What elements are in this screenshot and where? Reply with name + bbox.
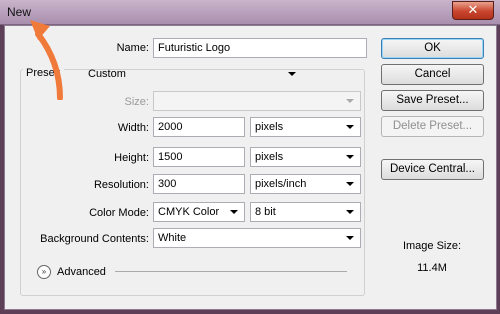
close-button[interactable]: ✕ <box>452 1 494 20</box>
image-size-label: Image Size: <box>402 240 462 252</box>
preset-dropdown[interactable]: Custom <box>83 64 303 84</box>
width-input[interactable]: 2000 <box>153 117 245 137</box>
resolution-input[interactable]: 300 <box>153 174 245 194</box>
name-input[interactable]: Futuristic Logo <box>153 38 367 58</box>
height-input[interactable]: 1500 <box>153 147 245 167</box>
chevron-down-icon <box>346 182 354 186</box>
color-mode-value: CMYK Color <box>158 206 220 218</box>
ok-button[interactable]: OK <box>381 38 484 59</box>
size-dropdown[interactable] <box>153 91 361 111</box>
close-icon: ✕ <box>467 2 479 17</box>
background-contents-dropdown[interactable]: White <box>153 228 361 248</box>
background-contents-value: White <box>158 232 187 244</box>
advanced-label[interactable]: Advanced <box>57 266 106 278</box>
expand-chevrons-icon[interactable]: » <box>37 265 51 279</box>
height-label: Height: <box>114 152 149 164</box>
image-size-value: 11.4M <box>417 262 447 274</box>
width-unit-dropdown[interactable]: pixels <box>250 117 361 137</box>
chevron-down-icon <box>346 125 354 129</box>
chevron-down-icon <box>346 155 354 159</box>
chevron-down-icon <box>288 72 296 76</box>
resolution-unit-dropdown[interactable]: pixels/inch <box>250 174 361 194</box>
name-label: Name: <box>116 42 149 54</box>
bit-depth-dropdown[interactable]: 8 bit <box>250 202 361 222</box>
preset-value: Custom <box>88 68 126 80</box>
delete-preset-button[interactable]: Delete Preset... <box>381 116 484 137</box>
resolution-unit-value: pixels/inch <box>255 178 307 190</box>
color-mode-label: Color Mode: <box>89 207 149 219</box>
chevron-down-icon <box>346 236 354 240</box>
title-bar: New ✕ <box>0 0 500 25</box>
width-label: Width: <box>117 122 149 134</box>
bit-depth-value: 8 bit <box>255 206 276 218</box>
color-mode-dropdown[interactable]: CMYK Color <box>153 202 245 222</box>
window-title: New <box>7 5 32 19</box>
new-document-dialog: Name: Futuristic Logo Preset: Custom Siz… <box>4 25 497 310</box>
width-unit-value: pixels <box>255 121 284 133</box>
background-contents-label: Background Contents: <box>40 233 149 245</box>
chevron-down-icon <box>346 99 354 103</box>
cancel-button[interactable]: Cancel <box>381 64 484 85</box>
advanced-separator <box>115 271 347 272</box>
height-unit-dropdown[interactable]: pixels <box>250 147 361 167</box>
device-central-button[interactable]: Device Central... <box>381 159 484 180</box>
annotation-arrow <box>30 20 63 100</box>
chevron-down-icon <box>346 210 354 214</box>
chevron-down-icon <box>230 210 238 214</box>
resolution-label: Resolution: <box>93 179 149 191</box>
save-preset-button[interactable]: Save Preset... <box>381 90 484 111</box>
height-unit-value: pixels <box>255 151 284 163</box>
size-label: Size: <box>124 96 149 108</box>
